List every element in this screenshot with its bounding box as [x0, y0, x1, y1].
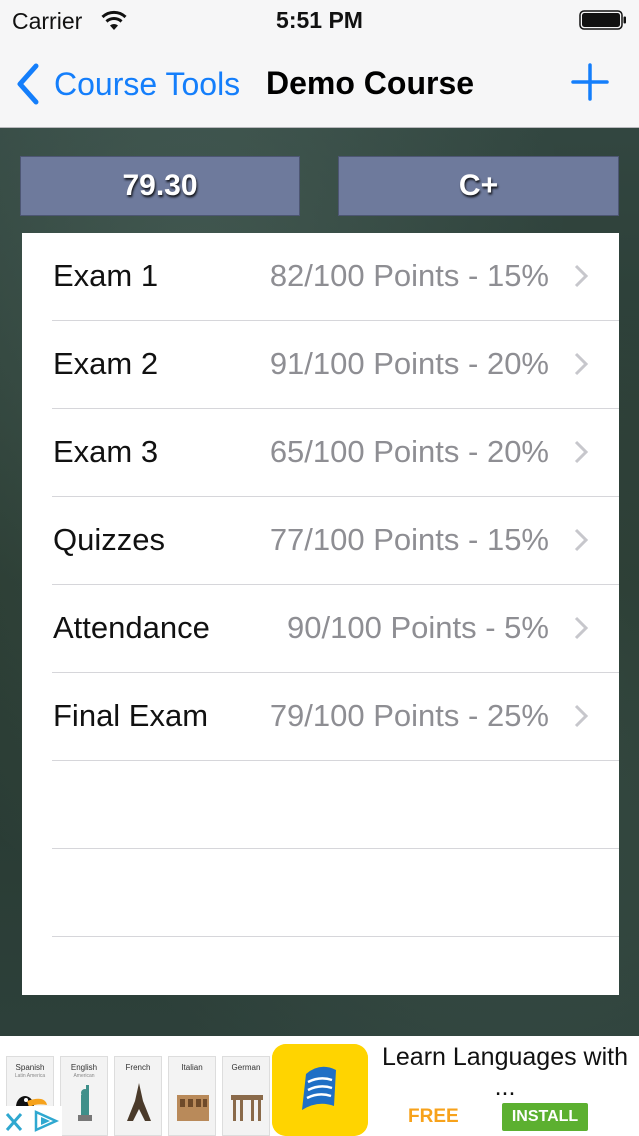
- grade-row-exam-1[interactable]: Exam 1 82/100 Points - 15%: [52, 233, 619, 321]
- chevron-right-icon: [574, 352, 589, 376]
- grade-row-exam-3[interactable]: Exam 3 65/100 Points - 20%: [52, 409, 619, 497]
- grade-item-detail: 90/100 Points - 5%: [287, 610, 549, 645]
- grade-item-name: Final Exam: [53, 698, 209, 733]
- chevron-right-icon: [574, 264, 589, 288]
- ad-free-label: FREE: [408, 1106, 459, 1127]
- ad-tile: Italian: [168, 1056, 216, 1136]
- top-bar: Carrier 5:51 PM Course Tools Demo Course: [0, 0, 639, 128]
- ad-tile-label: German: [231, 1063, 261, 1072]
- chevron-right-icon: [574, 440, 589, 464]
- status-time: 5:51 PM: [276, 7, 363, 33]
- chevron-right-icon: [574, 528, 589, 552]
- ad-tile-label: French: [125, 1063, 151, 1072]
- grade-row-attendance[interactable]: Attendance 90/100 Points - 5%: [52, 585, 619, 673]
- grade-item-name: Exam 2: [53, 346, 159, 381]
- ad-install-button[interactable]: INSTALL: [502, 1103, 588, 1131]
- chevron-left-icon: [17, 63, 39, 105]
- ad-tile-label: English: [70, 1063, 98, 1072]
- rosetta-logo-icon: [272, 1044, 368, 1136]
- ad-tile: English American: [60, 1056, 108, 1136]
- ad-banner[interactable]: Spanish Latin America English American F…: [0, 1036, 639, 1136]
- grade-item-name: Attendance: [53, 610, 210, 645]
- statue-of-liberty-icon: [78, 1085, 92, 1121]
- back-button-label: Course Tools: [54, 65, 241, 102]
- grade-item-name: Exam 1: [53, 258, 159, 293]
- colosseum-icon: [177, 1095, 209, 1121]
- grade-item-detail: 91/100 Points - 20%: [269, 346, 549, 381]
- ad-tile-sublabel: American: [73, 1073, 95, 1079]
- grade-item-name: Exam 3: [53, 434, 159, 469]
- grade-item-detail: 77/100 Points - 15%: [269, 522, 549, 557]
- ad-tile-sublabel: Latin America: [14, 1073, 46, 1079]
- ad-tile-label: Italian: [181, 1063, 203, 1072]
- chevron-right-icon: [574, 616, 589, 640]
- chevron-right-icon: [574, 704, 589, 728]
- brandenburg-gate-icon: [231, 1095, 263, 1121]
- grade-items-table: Exam 1 82/100 Points - 15% Exam 2 91/100…: [22, 233, 619, 995]
- letter-grade-button[interactable]: C+: [338, 156, 619, 216]
- navigation-bar: Course Tools Demo Course: [0, 40, 639, 128]
- grade-row-quizzes[interactable]: Quizzes 77/100 Points - 15%: [52, 497, 619, 585]
- empty-row: [52, 761, 619, 849]
- add-icon[interactable]: [570, 62, 610, 102]
- ad-tile-label: Spanish: [15, 1063, 45, 1072]
- ad-tile: German: [222, 1056, 270, 1136]
- grade-item-name: Quizzes: [53, 522, 165, 557]
- grade-item-detail: 79/100 Points - 25%: [269, 698, 549, 733]
- page-title: Demo Course: [266, 65, 475, 101]
- grade-item-detail: 65/100 Points - 20%: [269, 434, 549, 469]
- grade-row-exam-2[interactable]: Exam 2 91/100 Points - 20%: [52, 321, 619, 409]
- grade-row-final-exam[interactable]: Final Exam 79/100 Points - 25%: [52, 673, 619, 761]
- empty-row: [52, 849, 619, 937]
- battery-icon: [579, 10, 626, 30]
- score-button[interactable]: 79.30: [20, 156, 300, 216]
- grade-item-detail: 82/100 Points - 15%: [269, 258, 549, 293]
- back-button[interactable]: Course Tools: [14, 62, 240, 106]
- status-bar: Carrier 5:51 PM: [0, 0, 639, 40]
- eiffel-tower-icon: [127, 1083, 151, 1121]
- ad-tile: French: [114, 1056, 162, 1136]
- ad-close-icon[interactable]: [0, 1106, 62, 1136]
- ad-headline: Learn Languages with ...: [381, 1043, 629, 1101]
